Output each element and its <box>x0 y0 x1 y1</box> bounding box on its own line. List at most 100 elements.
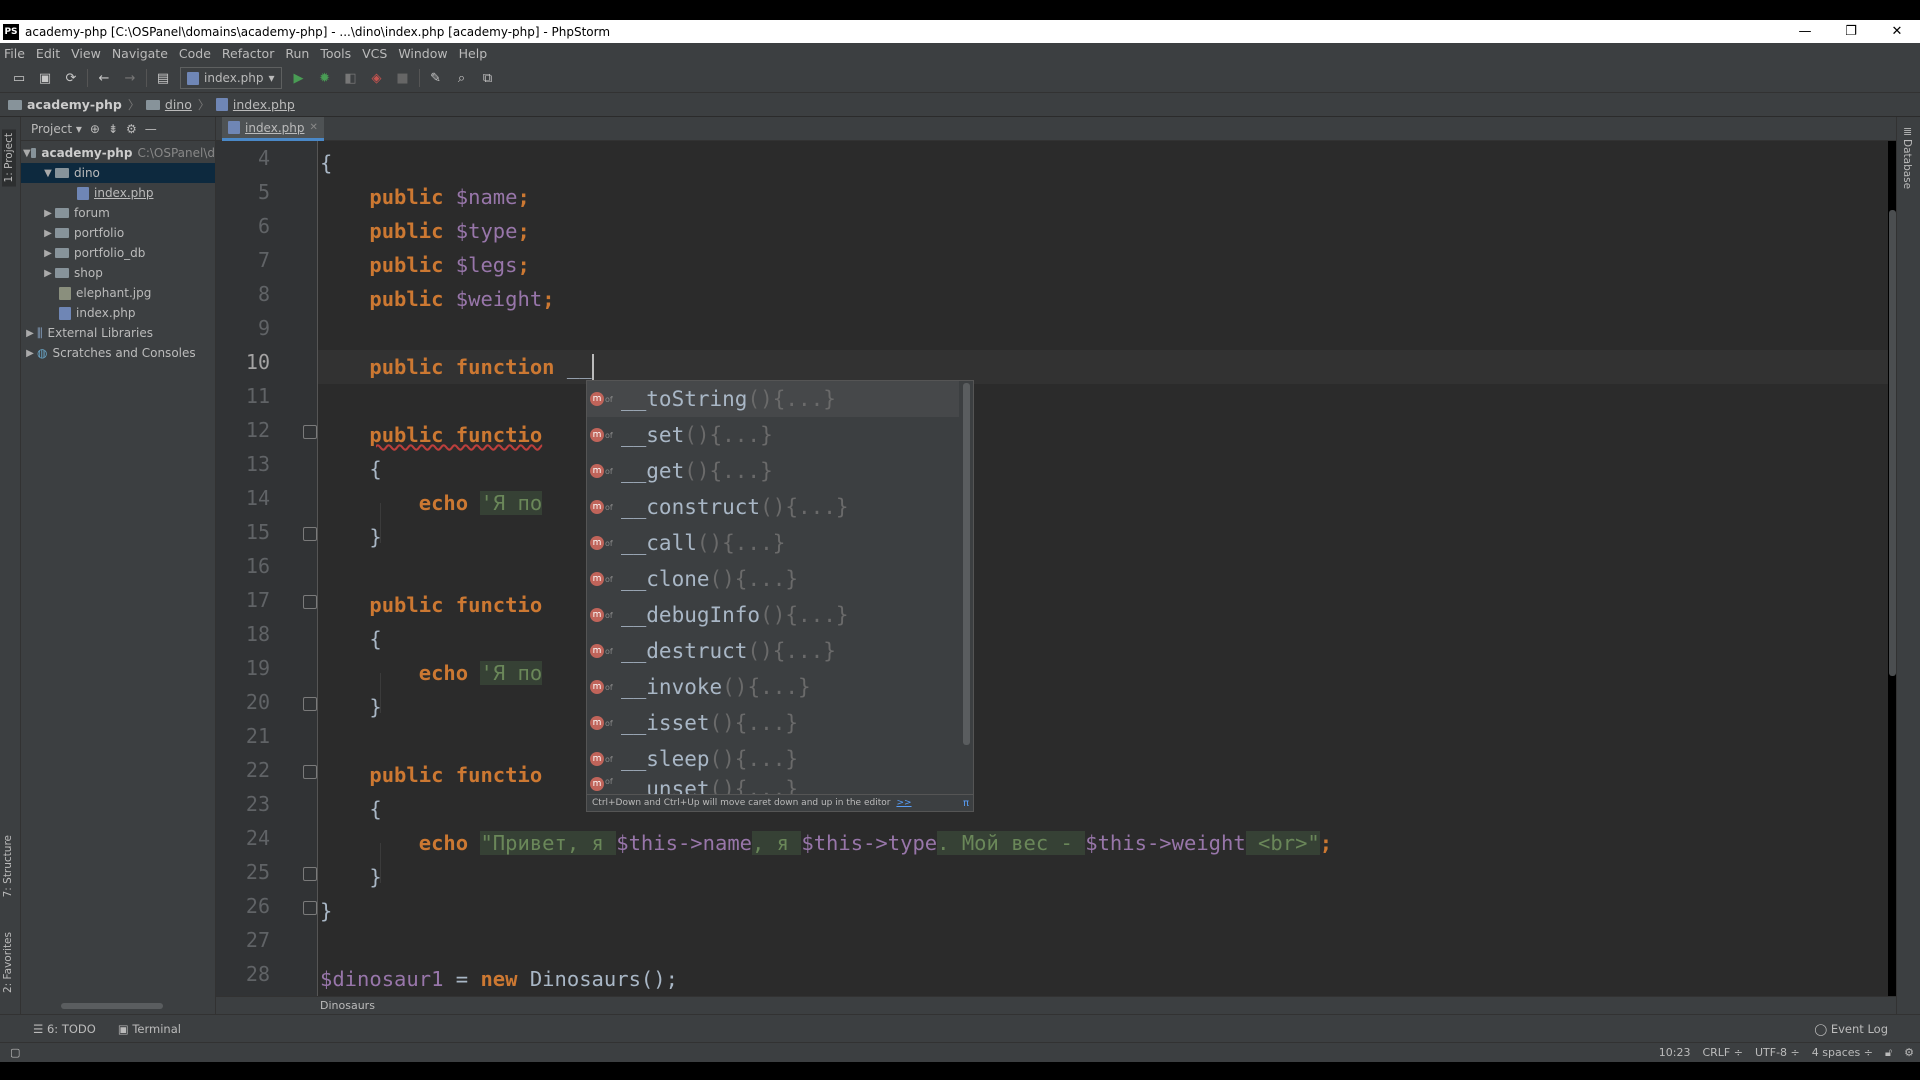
forward-icon[interactable]: → <box>117 66 143 90</box>
minimize-button[interactable]: — <box>1782 20 1828 43</box>
terminal-tool-button[interactable]: ▣ Terminal <box>118 1022 181 1036</box>
close-button[interactable]: ✕ <box>1874 20 1920 43</box>
menu-view[interactable]: View <box>71 46 101 61</box>
debug-icon[interactable]: ✹ <box>312 66 338 90</box>
expand-arrow-icon[interactable]: ▼ <box>23 148 31 159</box>
run-icon[interactable]: ▶ <box>286 66 312 90</box>
expand-arrow-icon[interactable]: ▶ <box>41 228 55 239</box>
fold-marker-icon[interactable] <box>303 765 317 779</box>
structure-icon[interactable]: ▤ <box>150 66 176 90</box>
vcs-icon[interactable]: ⧉ <box>475 66 501 90</box>
completion-item[interactable]: m of __invoke (){...} <box>587 669 973 705</box>
save-icon[interactable]: ▣ <box>32 66 58 90</box>
completion-item[interactable]: m of __isset (){...} <box>587 705 973 741</box>
completion-hint-link[interactable]: >> <box>896 798 911 808</box>
menu-edit[interactable]: Edit <box>36 46 60 61</box>
search-icon[interactable]: ⌕ <box>449 66 475 90</box>
editor-vertical-scrollbar[interactable] <box>1889 210 1896 676</box>
code-editor[interactable]: { public $name; public $type; public $le… <box>318 141 1888 996</box>
file-encoding[interactable]: UTF-8 ÷ <box>1755 1046 1800 1059</box>
menu-code[interactable]: Code <box>179 46 211 61</box>
indent-setting[interactable]: 4 spaces ÷ <box>1812 1046 1873 1059</box>
inspection-icon[interactable]: ⚙ <box>1904 1046 1914 1059</box>
editor-breadcrumb-class[interactable]: Dinosaurs <box>320 999 375 1012</box>
breadcrumb-project[interactable]: academy-php <box>8 97 122 112</box>
completion-item[interactable]: m of __destruct (){...} <box>587 633 973 669</box>
tree-item-elephant-jpg[interactable]: elephant.jpg <box>21 283 215 303</box>
open-folder-icon[interactable]: ▭ <box>6 66 32 90</box>
menu-vcs[interactable]: VCS <box>362 46 387 61</box>
tree-item-index-php[interactable]: index.php <box>21 183 215 203</box>
pi-icon[interactable]: π <box>963 798 969 809</box>
tab-index-php[interactable]: index.php ✕ <box>222 117 324 141</box>
expand-arrow-icon[interactable]: ▶ <box>41 248 55 259</box>
menu-window[interactable]: Window <box>398 46 447 61</box>
profile-icon[interactable]: ◈ <box>364 66 390 90</box>
structure-tool-tab[interactable]: 7: Structure <box>2 835 14 897</box>
completion-item[interactable]: m of __get (){...} <box>587 453 973 489</box>
fold-marker-icon[interactable] <box>303 595 317 609</box>
todo-tool-button[interactable]: ☰ 6: TODO <box>33 1022 96 1036</box>
project-view-select[interactable]: Project ▾ <box>31 122 82 136</box>
completion-scrollbar[interactable] <box>963 383 970 745</box>
menu-file[interactable]: File <box>4 46 25 61</box>
expand-arrow-icon[interactable]: ▼ <box>41 168 55 179</box>
completion-item[interactable]: m of __call (){...} <box>587 525 973 561</box>
expand-arrow-icon[interactable]: ▶ <box>23 348 37 359</box>
database-tool-tab[interactable]: Database <box>1901 139 1913 189</box>
breadcrumb-file[interactable]: index.php <box>215 97 295 112</box>
terminal-label: Terminal <box>132 1021 181 1036</box>
expand-arrow-icon[interactable]: ▶ <box>23 328 37 339</box>
favorites-tool-tab[interactable]: 2: Favorites <box>2 932 14 993</box>
expand-arrow-icon[interactable]: ▶ <box>41 208 55 219</box>
menu-help[interactable]: Help <box>459 46 488 61</box>
fold-marker-icon[interactable] <box>303 901 317 915</box>
tree-item-root-index-php[interactable]: index.php <box>21 303 215 323</box>
tree-item-dino[interactable]: ▼ dino <box>21 163 215 183</box>
lock-icon[interactable]: 🔓︎ <box>1885 1046 1892 1060</box>
completion-item[interactable]: m of __debugInfo (){...} <box>587 597 973 633</box>
gear-icon[interactable]: ⚙ <box>126 122 137 136</box>
completion-item[interactable]: m of __sleep (){...} <box>587 741 973 777</box>
event-log-button[interactable]: ◯ Event Log <box>1814 1022 1888 1036</box>
restore-button[interactable]: ❐ <box>1828 20 1874 43</box>
locate-icon[interactable]: ⊕ <box>90 122 100 136</box>
fold-marker-icon[interactable] <box>303 425 317 439</box>
project-tool-tab[interactable]: 1: Project <box>2 129 16 187</box>
stop-icon[interactable]: ■ <box>390 66 416 90</box>
fold-marker-icon[interactable] <box>303 697 317 711</box>
tree-item-portfolio-db[interactable]: ▶ portfolio_db <box>21 243 215 263</box>
folder-icon <box>55 168 69 178</box>
code-line-current: public function __ <box>320 350 594 384</box>
expand-arrow-icon[interactable]: ▶ <box>41 268 55 279</box>
tree-item-scratches[interactable]: ▶ ◍ Scratches and Consoles <box>21 343 215 363</box>
tree-item-shop[interactable]: ▶ shop <box>21 263 215 283</box>
run-configuration-select[interactable]: index.php ▾ <box>180 67 282 89</box>
close-tab-icon[interactable]: ✕ <box>309 122 317 133</box>
menu-navigate[interactable]: Navigate <box>112 46 168 61</box>
collapse-all-icon[interactable]: ⇟ <box>108 122 118 136</box>
tree-item-external-libraries[interactable]: ▶ ⫼ External Libraries <box>21 323 215 343</box>
menu-tools[interactable]: Tools <box>320 46 351 61</box>
completion-item[interactable]: m of __set (){...} <box>587 417 973 453</box>
tree-item-academy-php[interactable]: ▼ academy-php C:\OSPanel\d <box>21 143 215 163</box>
hide-icon[interactable]: — <box>145 122 157 136</box>
completion-item[interactable]: m of __toString (){...} <box>587 381 959 417</box>
sync-icon[interactable]: ⟳ <box>58 66 84 90</box>
coverage-icon[interactable]: ◧ <box>338 66 364 90</box>
fold-marker-icon[interactable] <box>303 527 317 541</box>
line-separator[interactable]: CRLF ÷ <box>1702 1046 1743 1059</box>
menu-refactor[interactable]: Refactor <box>222 46 274 61</box>
settings-wrench-icon[interactable]: ✎ <box>423 66 449 90</box>
fold-marker-icon[interactable] <box>303 867 317 881</box>
caret-position[interactable]: 10:23 <box>1659 1046 1691 1059</box>
back-icon[interactable]: ← <box>91 66 117 90</box>
tree-item-forum[interactable]: ▶ forum <box>21 203 215 223</box>
menu-run[interactable]: Run <box>285 46 309 61</box>
tool-windows-toggle-icon[interactable]: ▢ <box>10 1046 20 1059</box>
breadcrumb-folder[interactable]: dino <box>145 97 192 112</box>
completion-item[interactable]: m of __construct (){...} <box>587 489 973 525</box>
tree-item-portfolio[interactable]: ▶ portfolio <box>21 223 215 243</box>
horizontal-scrollbar[interactable] <box>61 1003 163 1009</box>
completion-item[interactable]: m of __clone (){...} <box>587 561 973 597</box>
